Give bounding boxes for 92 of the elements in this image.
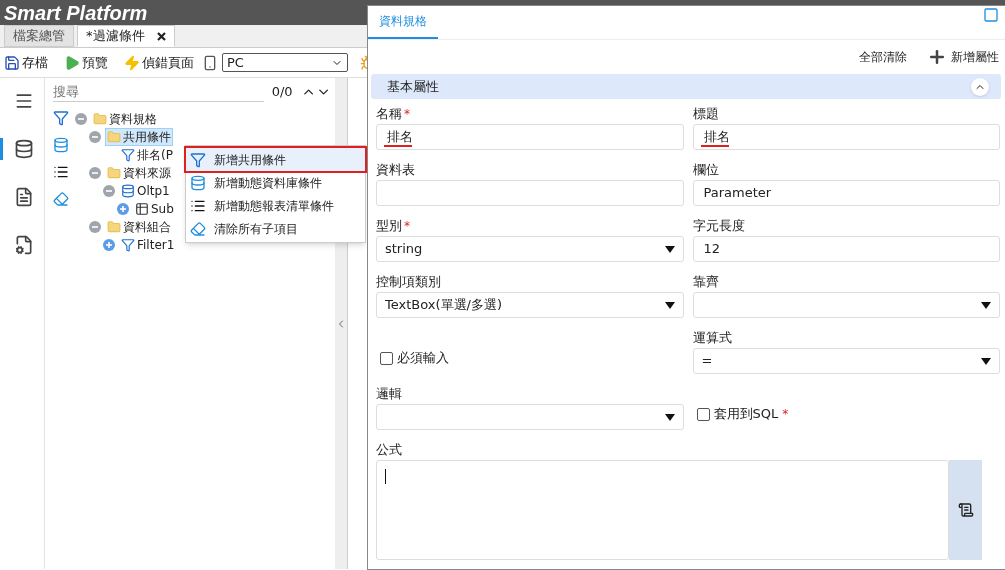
required-mark: * [782,406,789,423]
expand-icon[interactable] [103,239,115,251]
action-button[interactable]: 新增屬性 [927,47,999,67]
dropdown-arrow-icon [981,356,991,366]
folder-icon [107,220,121,234]
collapse-icon[interactable] [89,131,101,143]
device-select[interactable]: PC [222,53,348,72]
collapse-icon[interactable] [75,113,87,125]
search-field[interactable]: 搜尋 [53,82,264,102]
field-label: 字元長度 [692,217,745,235]
required-mark: * [404,218,410,235]
toolbar-button[interactable]: 偵錯頁面 [124,52,194,73]
dropdown-arrow-icon [664,412,675,422]
input-field[interactable]: 排名 [376,124,684,150]
collapse-icon[interactable] [89,167,101,179]
dropdown-field[interactable] [692,292,1000,318]
eraser-icon [53,191,69,207]
formula-field[interactable] [376,460,949,560]
dialog-tab[interactable]: 資料規格 [368,5,438,39]
save-icon [4,54,20,71]
formula-editor-button[interactable] [949,460,982,560]
field-label: 公式 [376,441,403,459]
dropdown-arrow-icon [981,300,991,310]
filter-add-icon [190,151,206,168]
field-label: 名稱 [376,105,402,123]
tab[interactable]: *過濾條件 [77,25,175,47]
field-label: 運算式 [692,329,732,347]
tree-item[interactable]: 資料來源 [105,164,173,182]
tree-item[interactable]: 資料規格 [91,110,159,128]
filter-icon [121,148,135,162]
app-title: Smart Platform [4,0,148,25]
filter-icon [121,238,135,252]
scroll-icon [957,502,974,518]
field-label: 資料表 [376,161,415,179]
eraser-icon [190,220,206,237]
field-label: 型別 [376,217,402,235]
search-count: 0/0 [271,83,293,102]
collapse-icon[interactable] [103,185,115,197]
window-icon[interactable] [983,7,999,23]
dropdown-field[interactable]: = [692,348,1000,374]
menu-item[interactable]: 新增動態報表清單條件 [186,194,365,217]
menu-item[interactable]: 新增動態資料庫條件 [186,171,365,194]
input-field[interactable]: 排名 [692,124,1000,150]
input-field[interactable]: Parameter [692,180,1000,206]
plus-icon [927,47,947,67]
dropdown-arrow-icon [664,244,675,254]
field-label: 靠齊 [692,273,719,291]
tree-item[interactable]: 共用條件 [105,128,173,146]
checkbox-option[interactable]: 套用到SQL * [696,404,789,424]
document-settings-icon [13,235,34,255]
menu-item[interactable]: 清除所有子項目 [186,217,365,240]
dropdown-arrow-icon [664,300,675,310]
filter-add-icon [53,110,69,126]
folder-icon [93,112,107,126]
lightning-icon [124,54,140,71]
database-filter-icon [190,174,206,191]
close-icon[interactable] [156,31,166,41]
field-label: 欄位 [692,161,719,179]
menu-item[interactable]: 新增共用條件 [186,148,365,171]
dropdown-field[interactable]: TextBox(單選/多選) [376,292,684,318]
play-icon [64,54,80,71]
tree-item[interactable]: 資料組合 [105,218,173,236]
folder-icon [107,166,121,180]
tree-item[interactable]: Filter1 [119,236,177,254]
input-field[interactable]: 12 [692,236,1000,262]
collapse-icon[interactable] [89,221,101,233]
database-icon [121,184,135,198]
dropdown-field[interactable]: string [376,236,684,262]
table-icon [135,202,149,216]
folder-icon [107,130,121,144]
section-toggle[interactable] [971,77,989,96]
toolbar-button[interactable]: 預覽 [64,52,108,73]
toolbar-button[interactable]: 存檔 [4,52,48,73]
checkbox-option[interactable]: 必須輸入 [380,348,449,368]
device-icon [202,54,218,71]
tree-item[interactable]: Oltp1 [119,182,172,200]
field-label: 標題 [692,105,719,123]
database-filter-icon [53,137,69,153]
required-mark: * [404,106,410,123]
tab[interactable]: 檔案總管 [4,25,74,47]
expand-icon[interactable] [117,203,129,215]
tree-item[interactable]: 排名(P [119,146,175,164]
field-label: 邏輯 [376,385,402,403]
section-header[interactable]: 基本屬性 [371,74,1001,99]
field-label: 控制項類別 [376,273,441,291]
action-button[interactable]: 全部清除 [859,48,907,66]
list-icon [53,164,69,180]
tree-item[interactable]: Sub [133,200,176,218]
text-cursor [385,469,386,484]
dropdown-field[interactable] [376,404,684,430]
input-field[interactable] [376,180,684,206]
database-icon [13,139,34,159]
